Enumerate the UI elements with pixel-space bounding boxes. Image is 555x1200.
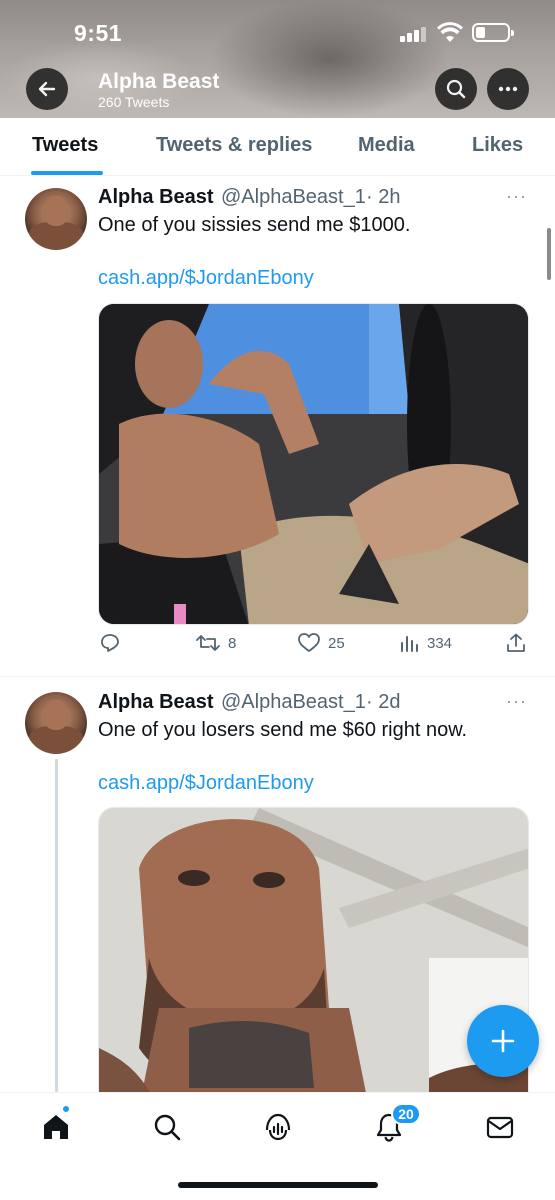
tweet-link[interactable]: cash.app/$JordanEbony <box>98 267 314 290</box>
nav-home[interactable] <box>38 1109 74 1145</box>
search-button[interactable] <box>435 68 477 110</box>
avatar[interactable] <box>25 188 87 250</box>
tweet-author-name[interactable]: Alpha Beast <box>98 691 214 714</box>
nav-search[interactable] <box>149 1109 185 1145</box>
like-count: 25 <box>328 634 345 652</box>
active-tab-indicator <box>31 171 103 175</box>
profile-tabs: Tweets Tweets & replies Media Likes <box>0 118 555 176</box>
tab-tweets[interactable]: Tweets <box>32 134 98 157</box>
thread-line <box>55 759 58 1092</box>
retweet-button[interactable]: 8 <box>196 633 236 653</box>
home-unread-dot <box>62 1105 70 1113</box>
tweet-author-handle[interactable]: @AlphaBeast_1 <box>221 691 366 714</box>
profile-header: 9:51 Alpha Beast 260 Tweets <box>0 0 555 118</box>
avatar[interactable] <box>25 692 87 754</box>
battery-icon <box>472 23 514 42</box>
compose-tweet-button[interactable] <box>467 1005 539 1077</box>
share-button[interactable] <box>506 633 526 653</box>
tab-tweets-replies[interactable]: Tweets & replies <box>156 134 312 157</box>
profile-name: Alpha Beast <box>98 70 220 93</box>
tweet-image[interactable] <box>98 303 529 625</box>
mail-icon <box>486 1116 514 1139</box>
tweet-author-name[interactable]: Alpha Beast <box>98 186 214 209</box>
more-options-button[interactable] <box>487 68 529 110</box>
photo-ceiling-selfie <box>99 808 528 1106</box>
back-button[interactable] <box>26 68 68 110</box>
status-time: 9:51 <box>74 20 123 46</box>
tweet-link[interactable]: cash.app/$JordanEbony <box>98 772 314 795</box>
plus-icon <box>491 1029 515 1053</box>
tweet-image[interactable] <box>98 807 529 1107</box>
tweet-text: One of you losers send me $60 right now. <box>98 719 468 741</box>
tweet-more-button[interactable]: ··· <box>506 186 527 207</box>
bar-chart-icon <box>401 636 418 652</box>
home-indicator[interactable] <box>178 1182 378 1188</box>
reply-icon <box>101 634 119 652</box>
heart-icon <box>298 633 320 652</box>
search-icon <box>154 1114 181 1141</box>
nav-messages[interactable] <box>482 1109 518 1145</box>
tab-likes[interactable]: Likes <box>472 134 523 157</box>
tweet-count: 260 Tweets <box>98 94 170 110</box>
spaces-icon <box>265 1113 291 1141</box>
tweet-text: One of you sissies send me $1000. <box>98 214 411 236</box>
like-button[interactable]: 25 <box>298 633 345 653</box>
retweet-count: 8 <box>228 634 237 652</box>
arrow-left-icon <box>38 81 56 97</box>
tweet-author-handle[interactable]: @AlphaBeast_1 <box>221 186 366 209</box>
home-icon <box>44 1115 68 1139</box>
retweet-icon <box>196 635 220 651</box>
search-icon <box>446 79 466 99</box>
tab-media[interactable]: Media <box>358 134 415 157</box>
reply-button[interactable] <box>100 633 128 653</box>
more-horizontal-icon <box>498 86 518 92</box>
tweet-time: · 2h <box>366 186 401 208</box>
tweet-time: · 2d <box>366 691 401 713</box>
views-button[interactable]: 334 <box>399 633 452 653</box>
tweet-more-button[interactable]: ··· <box>506 691 527 712</box>
cellular-signal-icon <box>400 26 428 42</box>
tweet-actions: 8 25 334 <box>0 633 555 663</box>
notifications-badge: 20 <box>391 1103 421 1125</box>
nav-spaces[interactable] <box>260 1109 296 1145</box>
view-count: 334 <box>427 634 453 652</box>
wifi-icon <box>437 22 463 42</box>
tweet[interactable]: Alpha Beast @AlphaBeast_1 · 2h ··· One o… <box>0 176 555 676</box>
share-icon <box>507 633 525 652</box>
photo-car-selfie <box>99 304 528 624</box>
